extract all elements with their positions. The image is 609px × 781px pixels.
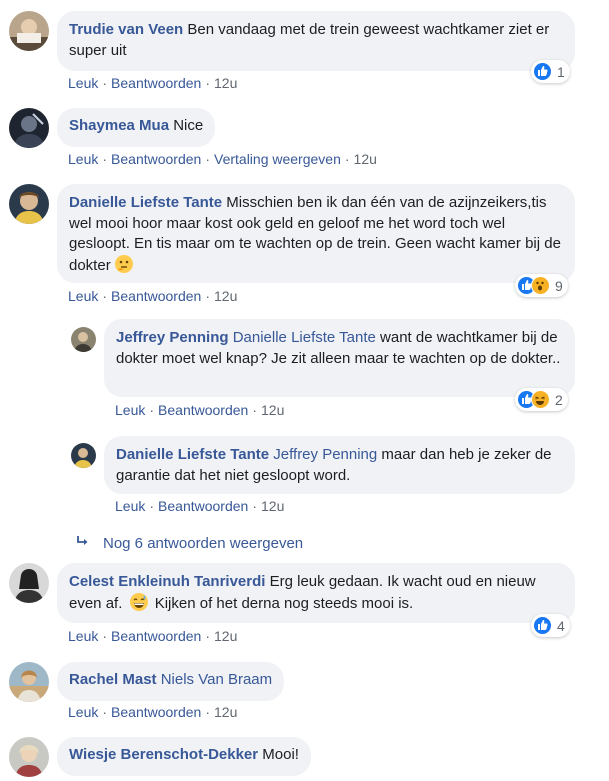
avatar[interactable]	[9, 108, 49, 148]
reply-button[interactable]: Beantwoorden	[111, 704, 201, 720]
reaction-count: 4	[557, 617, 565, 634]
mention-link[interactable]: Niels Van Braam	[161, 671, 272, 688]
reaction-count: 1	[557, 63, 565, 80]
timestamp[interactable]: 12u	[261, 402, 284, 418]
author-name[interactable]: Rachel Mast	[69, 671, 157, 688]
like-icon	[533, 62, 552, 81]
like-button[interactable]: Leuk	[115, 402, 145, 418]
author-name[interactable]: Jeffrey Penning	[116, 329, 229, 346]
reactions-badge[interactable]: 1	[531, 60, 570, 83]
comment-bubble: Trudie van Veen Ben vandaag met de trein…	[57, 11, 575, 71]
avatar[interactable]	[9, 737, 49, 777]
reply-button[interactable]: Beantwoorden	[111, 151, 201, 167]
reply-button[interactable]: Beantwoorden	[158, 402, 248, 418]
reply-button[interactable]: Beantwoorden	[158, 498, 248, 514]
reply-button[interactable]: Beantwoorden	[111, 628, 201, 644]
timestamp[interactable]: 12u	[214, 288, 237, 304]
like-button[interactable]: Leuk	[68, 151, 98, 167]
avatar[interactable]	[9, 184, 49, 224]
thinking-face-icon	[114, 254, 133, 273]
comment-bubble: Shaymea Mua Nice	[57, 108, 216, 147]
comment-actions: Leuk · Beantwoorden · 12u	[68, 703, 237, 721]
reactions-badge[interactable]: 9	[515, 274, 568, 297]
separator: ·	[344, 151, 350, 167]
reaction-count: 2	[555, 391, 563, 408]
separator: ·	[205, 628, 210, 644]
translate-button[interactable]: Vertaling weergeven	[214, 151, 341, 167]
reply-button[interactable]: Beantwoorden	[111, 75, 201, 91]
haha-icon	[531, 390, 550, 409]
reply-bubble: Jeffrey Penning Danielle Liefste Tante w…	[104, 319, 575, 397]
comment-actions: Leuk · Beantwoorden · 12u	[68, 287, 237, 305]
comment-actions: Leuk · Beantwoorden · 12u	[115, 497, 284, 515]
separator: ·	[205, 151, 210, 167]
author-name[interactable]: Danielle Liefste Tante	[69, 194, 222, 211]
reply-button[interactable]: Beantwoorden	[111, 288, 201, 304]
separator: ·	[102, 75, 108, 91]
avatar[interactable]	[71, 443, 96, 468]
separator: ·	[252, 498, 257, 514]
reply-bubble: Danielle Liefste Tante Jeffrey Penning m…	[104, 436, 575, 494]
avatar[interactable]	[9, 563, 49, 603]
timestamp[interactable]: 12u	[214, 75, 237, 91]
separator: ·	[149, 498, 155, 514]
like-button[interactable]: Leuk	[68, 704, 98, 720]
comment-text: Mooi!	[262, 746, 299, 763]
separator: ·	[252, 402, 257, 418]
separator: ·	[149, 402, 155, 418]
like-button[interactable]: Leuk	[68, 288, 98, 304]
comment-text-continued: Kijken of het derna nog steeds mooi is.	[154, 594, 414, 612]
author-name[interactable]: Shaymea Mua	[69, 117, 169, 134]
reply-arrow-icon	[77, 536, 88, 545]
mention-link[interactable]: Danielle Liefste Tante	[233, 329, 376, 346]
mention-link[interactable]: Jeffrey Penning	[273, 446, 377, 463]
author-name[interactable]: Trudie van Veen	[69, 21, 183, 38]
like-button[interactable]: Leuk	[115, 498, 145, 514]
comment-actions: Leuk · Beantwoorden · 12u	[68, 627, 237, 645]
more-replies-link[interactable]: Nog 6 antwoorden weergeven	[75, 535, 303, 552]
avatar[interactable]	[71, 327, 96, 352]
like-button[interactable]: Leuk	[68, 628, 98, 644]
avatar[interactable]	[9, 11, 49, 51]
separator: ·	[205, 704, 210, 720]
more-replies-label[interactable]: Nog 6 antwoorden weergeven	[103, 535, 303, 552]
author-name[interactable]: Danielle Liefste Tante	[116, 446, 269, 463]
timestamp[interactable]: 12u	[354, 151, 377, 167]
comment-text: Nice	[173, 117, 204, 134]
comment-bubble: Wiesje Berenschot-Dekker Mooi!	[57, 737, 311, 776]
wow-icon	[531, 276, 550, 295]
separator: ·	[102, 288, 108, 304]
timestamp[interactable]: 12u	[214, 704, 237, 720]
like-icon	[533, 616, 552, 635]
separator: ·	[102, 151, 108, 167]
grinning-sweat-face-icon	[129, 592, 148, 611]
like-button[interactable]: Leuk	[68, 75, 98, 91]
comment-actions: Leuk · Beantwoorden · Vertaling weergeven · 12…	[68, 150, 377, 168]
separator: ·	[205, 288, 210, 304]
reactions-badge[interactable]: 4	[531, 614, 570, 637]
author-name[interactable]: Celest Enkleinuh Tanriverdi	[69, 573, 265, 590]
avatar[interactable]	[9, 662, 49, 702]
comment-bubble: Rachel Mast Niels Van Braam	[57, 662, 285, 701]
reactions-badge[interactable]: 2	[515, 388, 568, 411]
separator: ·	[205, 75, 210, 91]
separator: ·	[102, 704, 108, 720]
author-name[interactable]: Wiesje Berenschot-Dekker	[69, 746, 258, 763]
comment-bubble: Celest Enkleinuh Tanriverdi Erg leuk ged…	[57, 563, 575, 623]
reaction-count: 9	[555, 277, 563, 294]
comment-actions: Leuk · Beantwoorden · 12u	[115, 401, 284, 419]
comment-actions: Leuk · Beantwoorden · 12u	[68, 74, 237, 92]
timestamp[interactable]: 12u	[261, 498, 284, 514]
timestamp[interactable]: 12u	[214, 628, 237, 644]
comment-bubble: Danielle Liefste Tante Misschien ben ik …	[57, 184, 575, 283]
separator: ·	[102, 628, 108, 644]
